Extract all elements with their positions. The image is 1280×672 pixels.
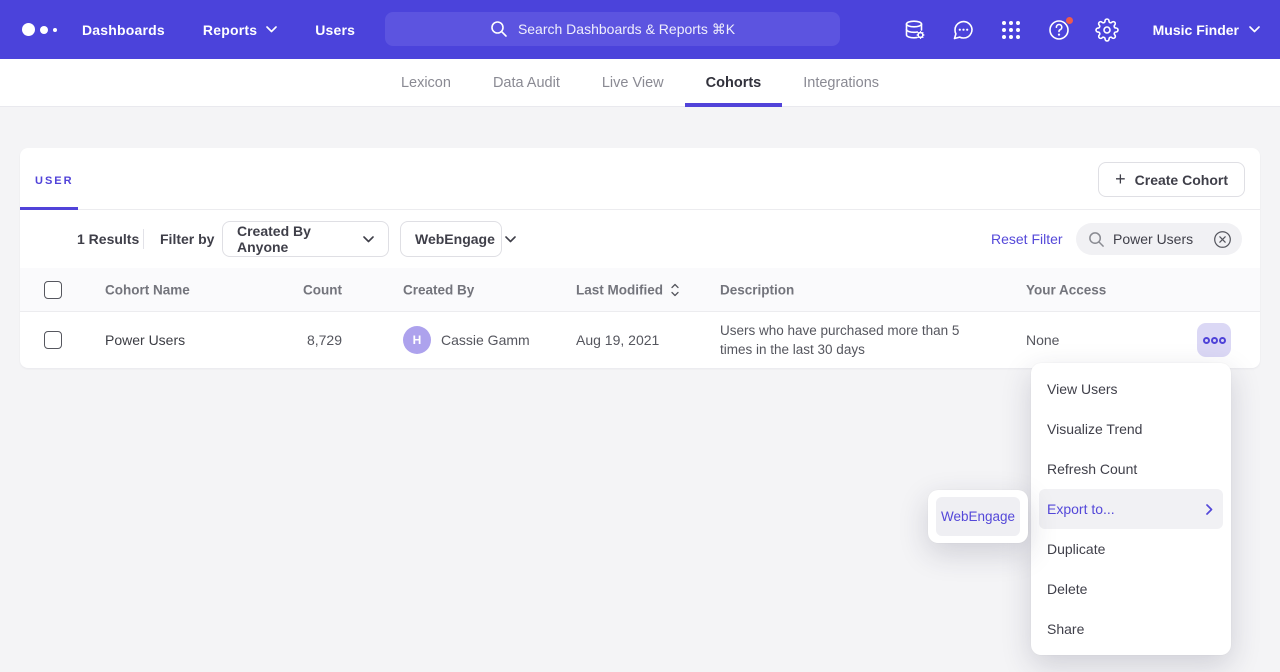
sort-icon [671, 283, 679, 296]
tab-integrations-label: Integrations [803, 75, 879, 91]
chevron-down-icon [505, 236, 516, 243]
nav-item-users[interactable]: Users [315, 22, 355, 38]
cohort-search-box [1076, 223, 1242, 255]
nav-item-dashboards-label: Dashboards [82, 22, 165, 38]
project-name: Music Finder [1153, 22, 1239, 38]
settings-gear-icon[interactable] [1095, 18, 1119, 42]
help-notification-dot [1065, 16, 1074, 25]
clear-search-icon[interactable] [1213, 230, 1232, 249]
row-actions-button[interactable] [1197, 323, 1231, 357]
chevron-down-icon [1249, 26, 1260, 33]
tab-lexicon[interactable]: Lexicon [380, 59, 472, 106]
table-row[interactable]: Power Users 8,729 H Cassie Gamm Aug 19, … [20, 312, 1260, 368]
created-by-cell: H Cassie Gamm [403, 326, 530, 354]
chevron-down-icon [266, 26, 277, 33]
your-access-cell: None [1026, 332, 1059, 348]
global-search-input[interactable]: Search Dashboards & Reports ⌘K [385, 12, 840, 46]
tab-integrations[interactable]: Integrations [782, 59, 900, 106]
header-count: Count [285, 282, 342, 297]
project-switcher[interactable]: Music Finder [1153, 22, 1260, 38]
cohort-name-cell[interactable]: Power Users [105, 332, 185, 348]
submenu-item-webengage[interactable]: WebEngage [936, 497, 1020, 536]
header-your-access: Your Access [1026, 282, 1106, 297]
nav-item-reports-label: Reports [203, 22, 257, 38]
tab-cohorts-label: Cohorts [706, 75, 762, 91]
avatar: H [403, 326, 431, 354]
created-by-dropdown-value: Created By Anyone [237, 223, 353, 255]
panel-header: USER + Create Cohort [20, 148, 1260, 210]
menu-item-refresh-count[interactable]: Refresh Count [1031, 449, 1231, 489]
help-icon[interactable] [1047, 18, 1071, 42]
header-cohort-name: Cohort Name [105, 282, 190, 297]
menu-item-duplicate[interactable]: Duplicate [1031, 529, 1231, 569]
menu-item-delete[interactable]: Delete [1031, 569, 1231, 609]
menu-item-export-to-label: Export to... [1047, 501, 1115, 517]
nav-item-users-label: Users [315, 22, 355, 38]
create-cohort-label: Create Cohort [1135, 172, 1228, 188]
tab-lexicon-label: Lexicon [401, 75, 451, 91]
menu-item-share[interactable]: Share [1031, 609, 1231, 649]
filter-by-label: Filter by [160, 231, 214, 247]
tab-data-audit-label: Data Audit [493, 75, 560, 91]
tab-live-view-label: Live View [602, 75, 664, 91]
topnav-right: Music Finder [903, 0, 1260, 59]
cohorts-panel: USER + Create Cohort 1 Results Filter by… [20, 148, 1260, 368]
search-icon [490, 20, 508, 38]
export-submenu: WebEngage [928, 490, 1028, 543]
menu-item-view-users[interactable]: View Users [1031, 369, 1231, 409]
select-all-checkbox[interactable] [44, 281, 62, 299]
created-by-name: Cassie Gamm [441, 332, 530, 348]
tab-cohorts[interactable]: Cohorts [685, 59, 783, 106]
integration-filter-value: WebEngage [415, 231, 495, 247]
nav-item-reports[interactable]: Reports [203, 22, 277, 38]
plus-icon: + [1115, 170, 1126, 188]
header-last-modified[interactable]: Last Modified [576, 282, 679, 297]
mixpanel-logo-icon[interactable] [22, 23, 66, 36]
secondary-navbar: Lexicon Data Audit Live View Cohorts Int… [0, 59, 1280, 107]
create-cohort-button[interactable]: + Create Cohort [1098, 162, 1245, 197]
chevron-right-icon [1206, 504, 1213, 515]
integration-filter-dropdown[interactable]: WebEngage [400, 221, 502, 257]
tab-user-cohorts[interactable]: USER [35, 175, 74, 187]
header-description: Description [720, 282, 972, 297]
row-actions-menu: View Users Visualize Trend Refresh Count… [1031, 363, 1231, 655]
tab-live-view[interactable]: Live View [581, 59, 685, 106]
row-checkbox[interactable] [44, 331, 62, 349]
header-last-modified-label: Last Modified [576, 282, 663, 297]
cohort-search-input[interactable] [1113, 231, 1205, 247]
tab-data-audit[interactable]: Data Audit [472, 59, 581, 106]
menu-item-visualize-trend[interactable]: Visualize Trend [1031, 409, 1231, 449]
count-cell: 8,729 [285, 332, 342, 348]
created-by-dropdown[interactable]: Created By Anyone [222, 221, 389, 257]
data-management-icon[interactable] [903, 18, 927, 42]
filter-bar: 1 Results Filter by Created By Anyone We… [20, 210, 1260, 268]
topnav-links: Dashboards Reports Users [82, 22, 355, 38]
messages-icon[interactable] [951, 18, 975, 42]
global-search-placeholder: Search Dashboards & Reports ⌘K [518, 21, 735, 38]
reset-filter-link[interactable]: Reset Filter [991, 231, 1063, 247]
last-modified-cell: Aug 19, 2021 [576, 332, 659, 348]
ellipsis-icon [1203, 337, 1210, 344]
header-created-by: Created By [403, 282, 474, 297]
apps-grid-icon[interactable] [999, 18, 1023, 42]
table-header-row: Cohort Name Count Created By Last Modifi… [20, 268, 1260, 312]
results-count: 1 Results [77, 231, 139, 247]
description-cell: Users who have purchased more than 5 tim… [720, 321, 972, 359]
nav-item-dashboards[interactable]: Dashboards [82, 22, 165, 38]
chevron-down-icon [363, 236, 374, 243]
top-navbar: Dashboards Reports Users Search Dashboar… [0, 0, 1280, 59]
search-icon [1088, 231, 1105, 248]
menu-item-export-to[interactable]: Export to... [1039, 489, 1223, 529]
vertical-divider [143, 229, 144, 249]
cohorts-page: Dashboards Reports Users Search Dashboar… [0, 0, 1280, 672]
